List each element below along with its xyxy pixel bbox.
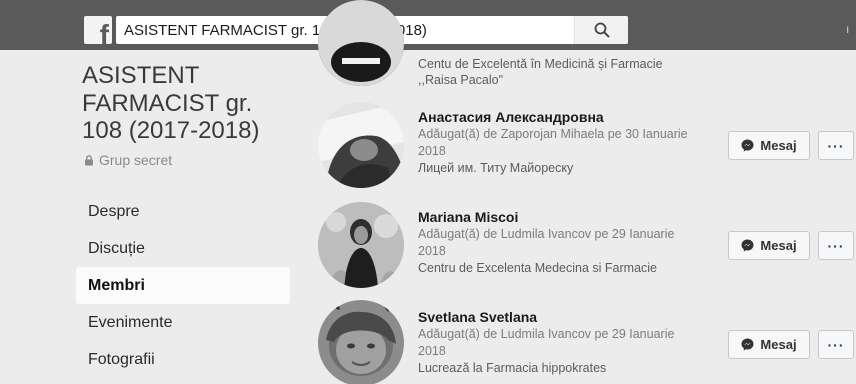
member-info: Анастасия Александровна Adăugat(ă) de Za… (418, 108, 718, 177)
member-name[interactable]: Анастасия Александровна (418, 108, 718, 126)
member-avatar[interactable] (318, 0, 404, 86)
message-button-label: Mesaj (760, 138, 797, 153)
group-title: ASISTENT FARMACIST gr. 108 (2017-2018) (82, 62, 260, 145)
group-members-page: f ı ASISTENT FARMACIST gr. 108 (2017-201… (0, 0, 856, 384)
members-list: Centu de Excelentă în Medicină și Farmac… (300, 0, 856, 384)
member-added-year: 2018 (418, 244, 446, 258)
messenger-icon (741, 338, 754, 351)
member-added-by: Adăugat(ă) de Ludmila Ivancov pe 29 Ianu… (418, 227, 675, 241)
nav-item-photos[interactable]: Fotografii (76, 341, 290, 378)
member-added-by: Adăugat(ă) de Ludmila Ivancov pe 29 Ianu… (418, 327, 675, 341)
member-workplace: Lucrează la Farmacia hippokrates (418, 361, 607, 375)
member-name[interactable]: Mariana Miscoi (418, 208, 718, 226)
message-button[interactable]: Mesaj (728, 131, 810, 160)
more-options-button[interactable]: ··· (818, 131, 854, 160)
member-avatar[interactable] (318, 300, 404, 384)
facebook-logo-icon[interactable]: f (84, 16, 112, 44)
member-info: Svetlana Svetlana Adăugat(ă) de Ludmila … (418, 308, 718, 377)
member-added-year: 2018 (418, 144, 446, 158)
member-workplace: Лицей им. Титу Майореску (418, 161, 574, 175)
nav-item-discussion[interactable]: Discuție (76, 230, 290, 267)
message-button[interactable]: Mesaj (728, 330, 810, 359)
message-button[interactable]: Mesaj (728, 231, 810, 260)
member-row: Centu de Excelentă în Medicină și Farmac… (300, 0, 856, 90)
group-privacy-text: Grup secret (99, 152, 173, 168)
member-row: Svetlana Svetlana Adăugat(ă) de Ludmila … (300, 300, 856, 384)
member-row: Mariana Miscoi Adăugat(ă) de Ludmila Iva… (300, 200, 856, 290)
group-privacy-label: Grup secret (84, 152, 172, 168)
member-workplace: Centu de Excelentă în Medicină și Farmac… (418, 57, 663, 71)
message-button-label: Mesaj (760, 238, 797, 253)
member-avatar[interactable] (318, 102, 404, 188)
member-name[interactable]: Svetlana Svetlana (418, 308, 718, 326)
messenger-icon (741, 239, 754, 252)
member-added-by: Adăugat(ă) de Zaporojan Mihaela pe 30 Ia… (418, 127, 688, 141)
more-options-button[interactable]: ··· (818, 330, 854, 359)
nav-item-events[interactable]: Evenimente (76, 304, 290, 341)
group-nav: Despre Discuție Membri Evenimente Fotogr… (76, 193, 290, 378)
messenger-icon (741, 139, 754, 152)
member-added-year: 2018 (418, 344, 446, 358)
member-avatar[interactable] (318, 202, 404, 288)
member-row: Анастасия Александровна Adăugat(ă) de Za… (300, 100, 856, 190)
message-button-label: Mesaj (760, 337, 797, 352)
member-info: Mariana Miscoi Adăugat(ă) de Ludmila Iva… (418, 208, 718, 277)
member-workplace: Centru de Excelenta Medecina si Farmacie (418, 261, 658, 275)
member-workplace-cont: ,,Raisa Pacalo" (418, 73, 504, 87)
member-info: Centu de Excelentă în Medicină și Farmac… (418, 58, 718, 89)
lock-icon (85, 154, 93, 165)
nav-item-members[interactable]: Membri (76, 267, 290, 304)
nav-item-about[interactable]: Despre (76, 193, 290, 230)
more-options-button[interactable]: ··· (818, 231, 854, 260)
